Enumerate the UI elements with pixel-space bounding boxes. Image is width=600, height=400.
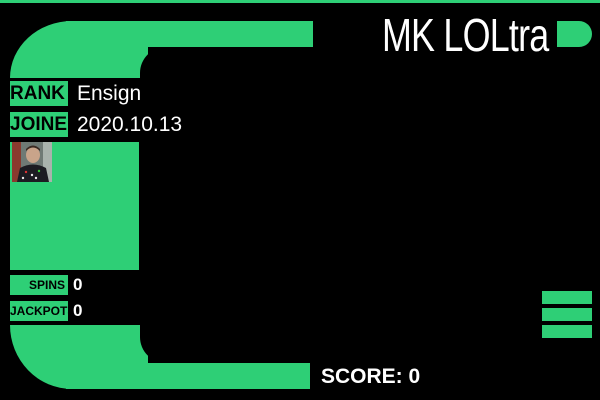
title-pill-decoration	[557, 21, 592, 47]
menu-button[interactable]	[542, 291, 592, 338]
jackpots-value: 0	[73, 301, 83, 320]
joined-value: 2020.10.13	[77, 113, 183, 136]
avatar-person-icon	[12, 142, 52, 182]
hamburger-menu-icon	[542, 291, 592, 338]
page-title: MK LOLtra	[381, 9, 549, 61]
menu-bar-middle	[542, 308, 592, 321]
score-display: SCORE: 0	[321, 365, 421, 388]
rank-label: RANK	[10, 81, 68, 106]
spins-value: 0	[73, 275, 83, 294]
jackpots-label: JACKPOTS	[10, 301, 68, 321]
menu-bar-bottom	[542, 325, 592, 338]
spins-label: SPINS	[10, 275, 68, 295]
menu-bar-top	[542, 291, 592, 304]
avatar[interactable]	[12, 142, 52, 182]
joined-label: JOINED	[10, 112, 68, 137]
frame-top-bar	[66, 21, 313, 47]
frame-bottom-bar	[66, 363, 310, 389]
top-accent-line	[0, 0, 600, 3]
rank-value: Ensign	[77, 82, 142, 105]
